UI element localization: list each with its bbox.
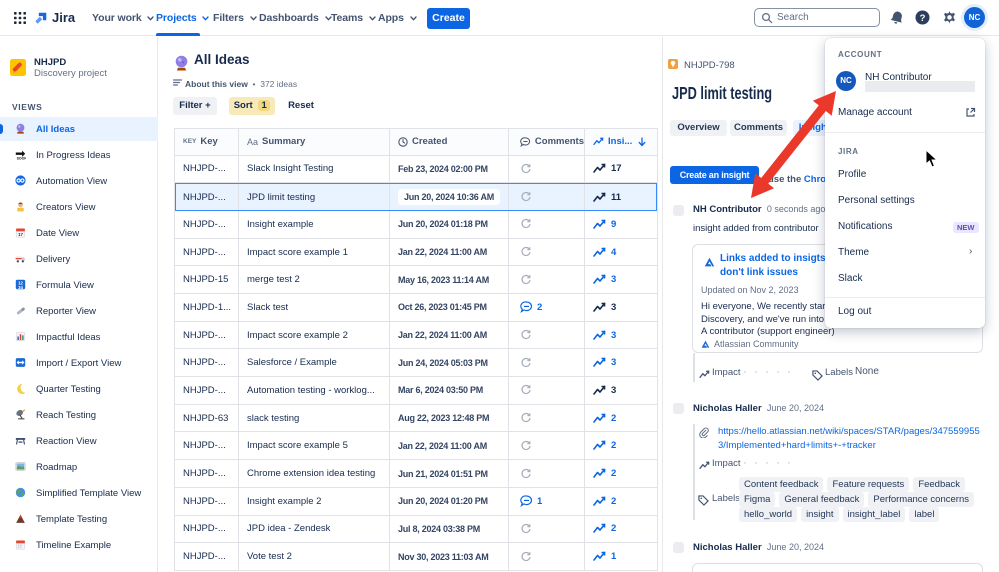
svg-text:34: 34 xyxy=(18,285,23,290)
svg-text:17: 17 xyxy=(18,232,23,237)
svg-text:SOON: SOON xyxy=(17,157,26,160)
svg-text:?: ? xyxy=(920,13,926,24)
